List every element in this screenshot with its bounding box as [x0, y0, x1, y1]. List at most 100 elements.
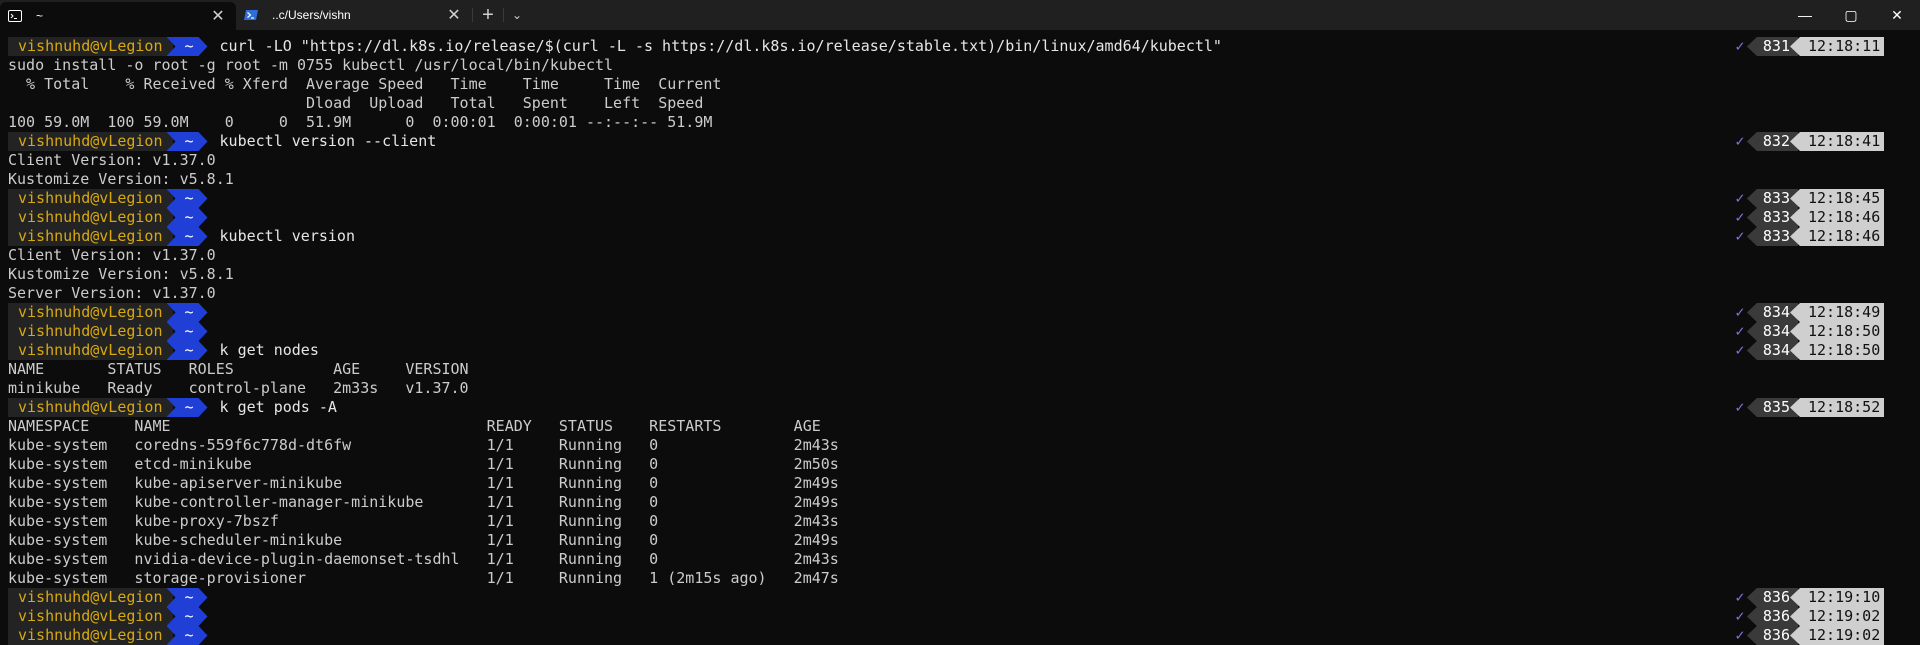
prompt-line: vishnuhd@vLegion~curl -LO "https://dl.k8… [8, 37, 1912, 56]
prompt-user: vishnuhd@vLegion [8, 588, 173, 607]
prompt-user: vishnuhd@vLegion [8, 227, 173, 246]
prompt-line: vishnuhd@vLegion~kubectl version✓83312:1… [8, 227, 1912, 246]
prompt-line: vishnuhd@vLegion~k get pods -A✓83512:18:… [8, 398, 1912, 417]
prompt-dir: ~ [167, 341, 208, 360]
output-line: kube-system kube-controller-manager-mini… [8, 493, 1912, 512]
timestamp: 12:18:49 [1790, 303, 1884, 322]
prompt-line: vishnuhd@vLegion~✓83312:18:45 [8, 189, 1912, 208]
output-text: 100 59.0M 100 59.0M 0 0 51.9M 0 0:00:01 … [8, 113, 712, 131]
timestamp: 12:18:46 [1790, 208, 1884, 227]
timestamp: 12:19:02 [1790, 626, 1884, 645]
prompt-line: vishnuhd@vLegion~kubectl version --clien… [8, 132, 1912, 151]
output-text: Kustomize Version: v5.8.1 [8, 265, 234, 283]
prompt-line: vishnuhd@vLegion~ ✓83312:18:46 [8, 208, 1912, 227]
minimize-button[interactable]: — [1782, 0, 1828, 30]
prompt-dir: ~ [167, 626, 208, 645]
command-text [208, 607, 220, 625]
output-text: kube-system coredns-559f6c778d-dt6fw 1/1… [8, 436, 839, 454]
close-icon[interactable]: ✕ [208, 6, 228, 26]
prompt-user: vishnuhd@vLegion [8, 626, 173, 645]
output-text: sudo install -o root -g root -m 0755 kub… [8, 56, 613, 74]
new-tab-button[interactable]: + [473, 0, 503, 30]
prompt-dir: ~ [167, 322, 208, 341]
tab-bar: ~ ✕ ..c/Users/vishn ✕ + ⌄ — ▢ ✕ [0, 0, 1920, 30]
output-text: Dload Upload Total Spent Left Speed [8, 94, 703, 112]
command-text [208, 208, 220, 226]
chevron-down-icon: ⌄ [512, 8, 522, 22]
prompt: vishnuhd@vLegion~ [8, 132, 208, 151]
output-text: NAME STATUS ROLES AGE VERSION [8, 360, 469, 378]
output-line: % Total % Received % Xferd Average Speed… [8, 75, 1912, 94]
command-text [208, 626, 220, 644]
output-line: kube-system storage-provisioner 1/1 Runn… [8, 569, 1912, 588]
command-text [208, 303, 220, 321]
output-line: minikube Ready control-plane 2m33s v1.37… [8, 379, 1912, 398]
maximize-button[interactable]: ▢ [1828, 0, 1874, 30]
output-text: kube-system kube-proxy-7bszf 1/1 Running… [8, 512, 839, 530]
output-line: kube-system kube-apiserver-minikube 1/1 … [8, 474, 1912, 493]
output-line: kube-system kube-scheduler-minikube 1/1 … [8, 531, 1912, 550]
terminal-icon [8, 9, 22, 23]
prompt-dir: ~ [167, 607, 208, 626]
prompt-user: vishnuhd@vLegion [8, 189, 173, 208]
output-text: kube-system kube-apiserver-minikube 1/1 … [8, 474, 839, 492]
output-text: Server Version: v1.37.0 [8, 284, 216, 302]
prompt-line: vishnuhd@vLegion~✓83612:19:02 [8, 626, 1912, 645]
right-prompt: ✓83312:18:46 [1729, 208, 1884, 227]
timestamp: 12:19:10 [1790, 588, 1884, 607]
prompt-line: vishnuhd@vLegion~k get nodes✓83412:18:50 [8, 341, 1912, 360]
prompt: vishnuhd@vLegion~ [8, 189, 208, 208]
timestamp: 12:18:11 [1790, 37, 1884, 56]
prompt-user: vishnuhd@vLegion [8, 341, 173, 360]
output-text: Kustomize Version: v5.8.1 [8, 170, 234, 188]
prompt-dir: ~ [167, 398, 208, 417]
right-prompt: ✓83212:18:41 [1729, 132, 1884, 151]
output-text: kube-system storage-provisioner 1/1 Runn… [8, 569, 839, 587]
output-text: kube-system kube-controller-manager-mini… [8, 493, 839, 511]
minimize-icon: — [1798, 7, 1812, 23]
tab-title: ..c/Users/vishn [272, 8, 444, 22]
powershell-icon [244, 8, 258, 22]
right-prompt: ✓83412:18:50 [1729, 341, 1884, 360]
output-text: Client Version: v1.37.0 [8, 246, 216, 264]
output-line: Client Version: v1.37.0 [8, 246, 1912, 265]
prompt: vishnuhd@vLegion~ [8, 208, 208, 227]
tab-users-vishn[interactable]: ..c/Users/vishn ✕ [236, 0, 472, 30]
prompt-dir: ~ [167, 588, 208, 607]
tab-home[interactable]: ~ ✕ [0, 2, 236, 30]
output-line: Dload Upload Total Spent Left Speed [8, 94, 1912, 113]
command-text: kubectl version --client [208, 132, 437, 150]
right-prompt: ✓83612:19:10 [1729, 588, 1884, 607]
tab-dropdown-button[interactable]: ⌄ [504, 0, 530, 30]
prompt-user: vishnuhd@vLegion [8, 303, 173, 322]
prompt-user: vishnuhd@vLegion [8, 607, 173, 626]
prompt: vishnuhd@vLegion~ [8, 341, 208, 360]
output-line: kube-system etcd-minikube 1/1 Running 0 … [8, 455, 1912, 474]
close-window-button[interactable]: ✕ [1874, 0, 1920, 30]
right-prompt: ✓83112:18:11 [1729, 37, 1884, 56]
command-text [208, 322, 220, 340]
prompt-user: vishnuhd@vLegion [8, 208, 173, 227]
close-icon[interactable]: ✕ [444, 5, 464, 25]
command-text: curl -LO "https://dl.k8s.io/release/$(cu… [208, 37, 1222, 55]
maximize-icon: ▢ [1844, 7, 1857, 24]
output-line: 100 59.0M 100 59.0M 0 0 51.9M 0 0:00:01 … [8, 113, 1912, 132]
prompt-dir: ~ [167, 132, 208, 151]
command-text [208, 588, 220, 606]
prompt: vishnuhd@vLegion~ [8, 607, 208, 626]
output-text: kube-system kube-scheduler-minikube 1/1 … [8, 531, 839, 549]
right-prompt: ✓83612:19:02 [1729, 607, 1884, 626]
tab-title: ~ [36, 9, 208, 23]
command-text: k get pods -A [208, 398, 337, 416]
output-line: Client Version: v1.37.0 [8, 151, 1912, 170]
terminal-output[interactable]: vishnuhd@vLegion~curl -LO "https://dl.k8… [0, 30, 1920, 635]
output-text: kube-system etcd-minikube 1/1 Running 0 … [8, 455, 839, 473]
output-line: Kustomize Version: v5.8.1 [8, 170, 1912, 189]
timestamp: 12:18:46 [1790, 227, 1884, 246]
output-line: Server Version: v1.37.0 [8, 284, 1912, 303]
prompt: vishnuhd@vLegion~ [8, 227, 208, 246]
output-text: minikube Ready control-plane 2m33s v1.37… [8, 379, 469, 397]
timestamp: 12:18:41 [1790, 132, 1884, 151]
output-line: NAME STATUS ROLES AGE VERSION [8, 360, 1912, 379]
plus-icon: + [482, 4, 494, 27]
